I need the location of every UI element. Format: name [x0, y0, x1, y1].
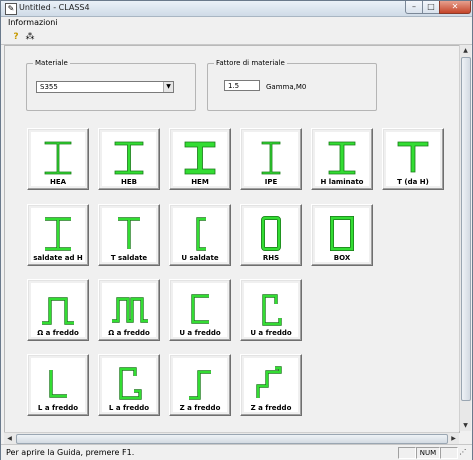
main-panel: Materiale S355 ▼ Fattore di materiale 1.…: [4, 45, 460, 433]
status-num: NUM: [416, 447, 440, 459]
materiale-value: S355: [40, 83, 58, 91]
section-button-17[interactable]: L a freddo: [98, 354, 160, 416]
window-title: Untitled - CLASS4: [19, 3, 90, 12]
menu-bar: Informazioni: [1, 17, 472, 29]
scroll-down-icon[interactable]: ▼: [460, 420, 471, 431]
horizontal-scroll-thumb[interactable]: [16, 434, 448, 444]
section-button-3[interactable]: HEM: [169, 128, 231, 190]
scroll-up-icon[interactable]: ▲: [460, 45, 471, 56]
section-label: IPE: [264, 178, 278, 186]
section-button-13[interactable]: Ω a freddo: [98, 279, 160, 341]
section-label: RHS: [262, 254, 280, 262]
section-label: U a freddo: [179, 329, 221, 337]
section-label: T (da H): [397, 178, 429, 186]
scroll-left-icon[interactable]: ◀: [4, 433, 15, 444]
section-label: HEA: [49, 178, 67, 186]
materiale-group: Materiale S355 ▼: [26, 58, 196, 111]
status-pane-empty-2: [440, 447, 458, 459]
section-label: U a freddo: [250, 329, 292, 337]
section-label: Ω a freddo: [37, 329, 79, 337]
minimize-button[interactable]: –: [405, 1, 423, 14]
section-label: H laminato: [320, 178, 364, 186]
section-button-18[interactable]: Z a freddo: [169, 354, 231, 416]
section-label: HEM: [191, 178, 209, 186]
section-label: L a freddo: [37, 404, 79, 412]
menu-informazioni[interactable]: Informazioni: [8, 18, 58, 28]
scroll-right-icon[interactable]: ▶: [448, 433, 459, 444]
context-help-icon[interactable]: ⁂: [24, 31, 36, 43]
section-button-11[interactable]: BOX: [311, 204, 373, 266]
section-label: Ω a freddo: [108, 329, 150, 337]
horizontal-scrollbar[interactable]: ◀ ▶: [4, 432, 459, 444]
help-icon[interactable]: ?: [10, 31, 22, 43]
close-button[interactable]: ✕: [439, 1, 471, 14]
size-grip-icon[interactable]: ⋰: [458, 447, 468, 457]
toolbar: ? ⁂: [1, 30, 472, 45]
section-button-1[interactable]: HEA: [27, 128, 89, 190]
section-button-7[interactable]: saldate ad H: [27, 204, 89, 266]
section-label: Z a freddo: [250, 404, 292, 412]
section-button-19[interactable]: Z a freddo: [240, 354, 302, 416]
section-label: L a freddo: [108, 404, 150, 412]
status-bar: Per aprire la Guida, premere F1. NUM ⋰: [1, 444, 472, 460]
vertical-scroll-thumb[interactable]: [461, 57, 471, 401]
section-label: BOX: [333, 254, 351, 262]
section-button-6[interactable]: T (da H): [382, 128, 444, 190]
section-button-10[interactable]: RHS: [240, 204, 302, 266]
section-button-2[interactable]: HEB: [98, 128, 160, 190]
section-button-12[interactable]: Ω a freddo: [27, 279, 89, 341]
materiale-label: Materiale: [33, 58, 70, 68]
vertical-scrollbar[interactable]: ▲ ▼: [459, 45, 471, 431]
section-button-8[interactable]: T saldate: [98, 204, 160, 266]
fattore-group: Fattore di materiale 1.5 Gamma,M0: [207, 58, 377, 111]
section-button-5[interactable]: H laminato: [311, 128, 373, 190]
section-label: saldate ad H: [33, 254, 83, 262]
title-bar[interactable]: ✎ Untitled - CLASS4 – □ ✕: [1, 1, 472, 17]
maximize-button[interactable]: □: [422, 1, 440, 14]
section-button-9[interactable]: U saldate: [169, 204, 231, 266]
section-label: T saldate: [110, 254, 148, 262]
chevron-down-icon[interactable]: ▼: [163, 82, 173, 92]
section-button-14[interactable]: U a freddo: [169, 279, 231, 341]
gamma-m0-label: Gamma,M0: [266, 83, 307, 91]
section-label: U saldate: [181, 254, 219, 262]
fattore-label: Fattore di materiale: [214, 58, 287, 68]
section-button-15[interactable]: U a freddo: [240, 279, 302, 341]
main-window: ✎ Untitled - CLASS4 – □ ✕ Informazioni ?…: [0, 0, 473, 460]
materiale-select[interactable]: S355 ▼: [36, 81, 174, 93]
section-button-4[interactable]: IPE: [240, 128, 302, 190]
status-pane-empty: [398, 447, 416, 459]
section-button-16[interactable]: L a freddo: [27, 354, 89, 416]
section-label: HEB: [121, 178, 137, 186]
app-icon[interactable]: ✎: [5, 3, 17, 15]
section-label: Z a freddo: [179, 404, 221, 412]
status-text: Per aprire la Guida, premere F1.: [6, 448, 135, 457]
gamma-m0-input[interactable]: 1.5: [224, 80, 260, 91]
